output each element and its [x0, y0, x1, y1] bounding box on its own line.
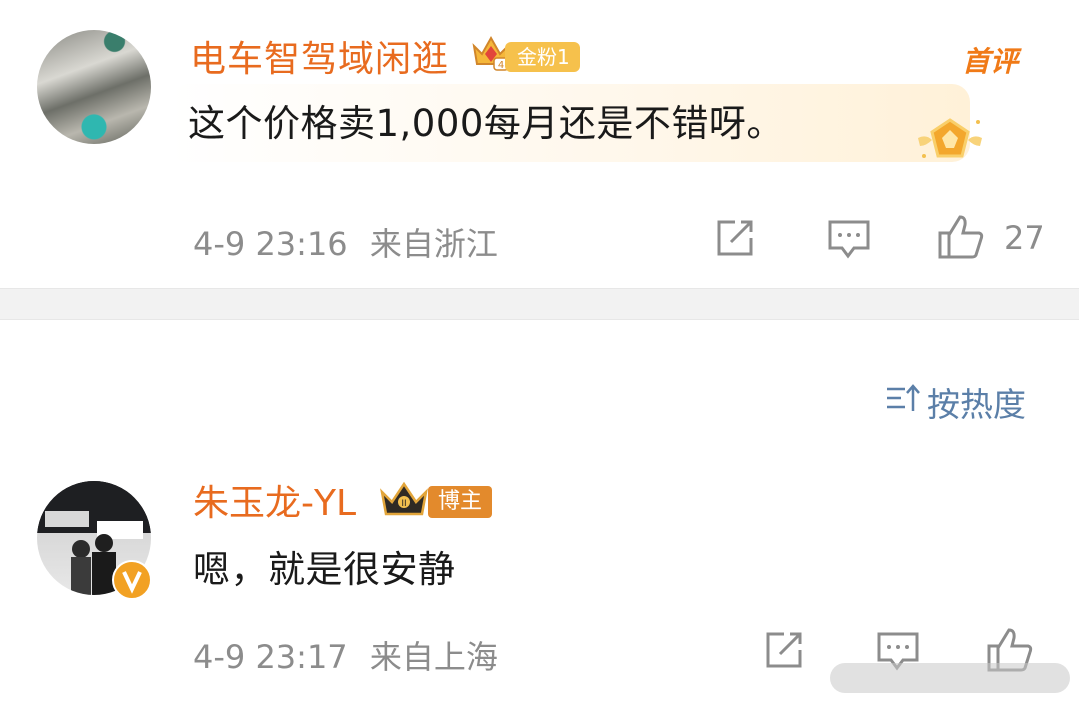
- sort-by-hot-button[interactable]: 按热度: [885, 378, 1026, 426]
- comment-icon[interactable]: [826, 216, 872, 264]
- sort-icon: [885, 381, 921, 423]
- thumbs-up-icon[interactable]: [936, 211, 986, 265]
- sort-label: 按热度: [927, 385, 1026, 424]
- watermark-overlay: [830, 663, 1070, 693]
- svg-text:4: 4: [498, 60, 504, 71]
- reply-text: 嗯，就是很安静: [193, 548, 456, 591]
- medal-decoration-icon: [912, 110, 988, 176]
- commenter-name[interactable]: 电车智驾域闲逛: [190, 38, 449, 82]
- blogger-name[interactable]: 朱玉龙-YL: [193, 482, 356, 526]
- comment-text: 这个价格卖1,000每月还是不错呀。: [188, 102, 784, 145]
- svg-text:II: II: [401, 499, 406, 509]
- crown-level-icon: II: [378, 478, 430, 526]
- first-comment-badge: 首评: [962, 45, 1019, 78]
- blogger-badge: 博主: [428, 486, 493, 518]
- reply-location: 来自上海: [369, 638, 498, 676]
- verified-v-icon: [112, 560, 152, 600]
- like-count: 27: [1004, 219, 1045, 257]
- commenter-avatar[interactable]: [37, 30, 151, 144]
- comment-location: 来自浙江: [369, 225, 498, 263]
- fan-level-badge: 金粉1: [505, 42, 580, 72]
- comment-timestamp: 4-9 23:16: [193, 225, 348, 263]
- reply-timestamp: 4-9 23:17: [193, 638, 348, 676]
- section-divider: [0, 288, 1079, 320]
- share-icon[interactable]: [713, 216, 757, 264]
- share-icon[interactable]: [762, 628, 806, 676]
